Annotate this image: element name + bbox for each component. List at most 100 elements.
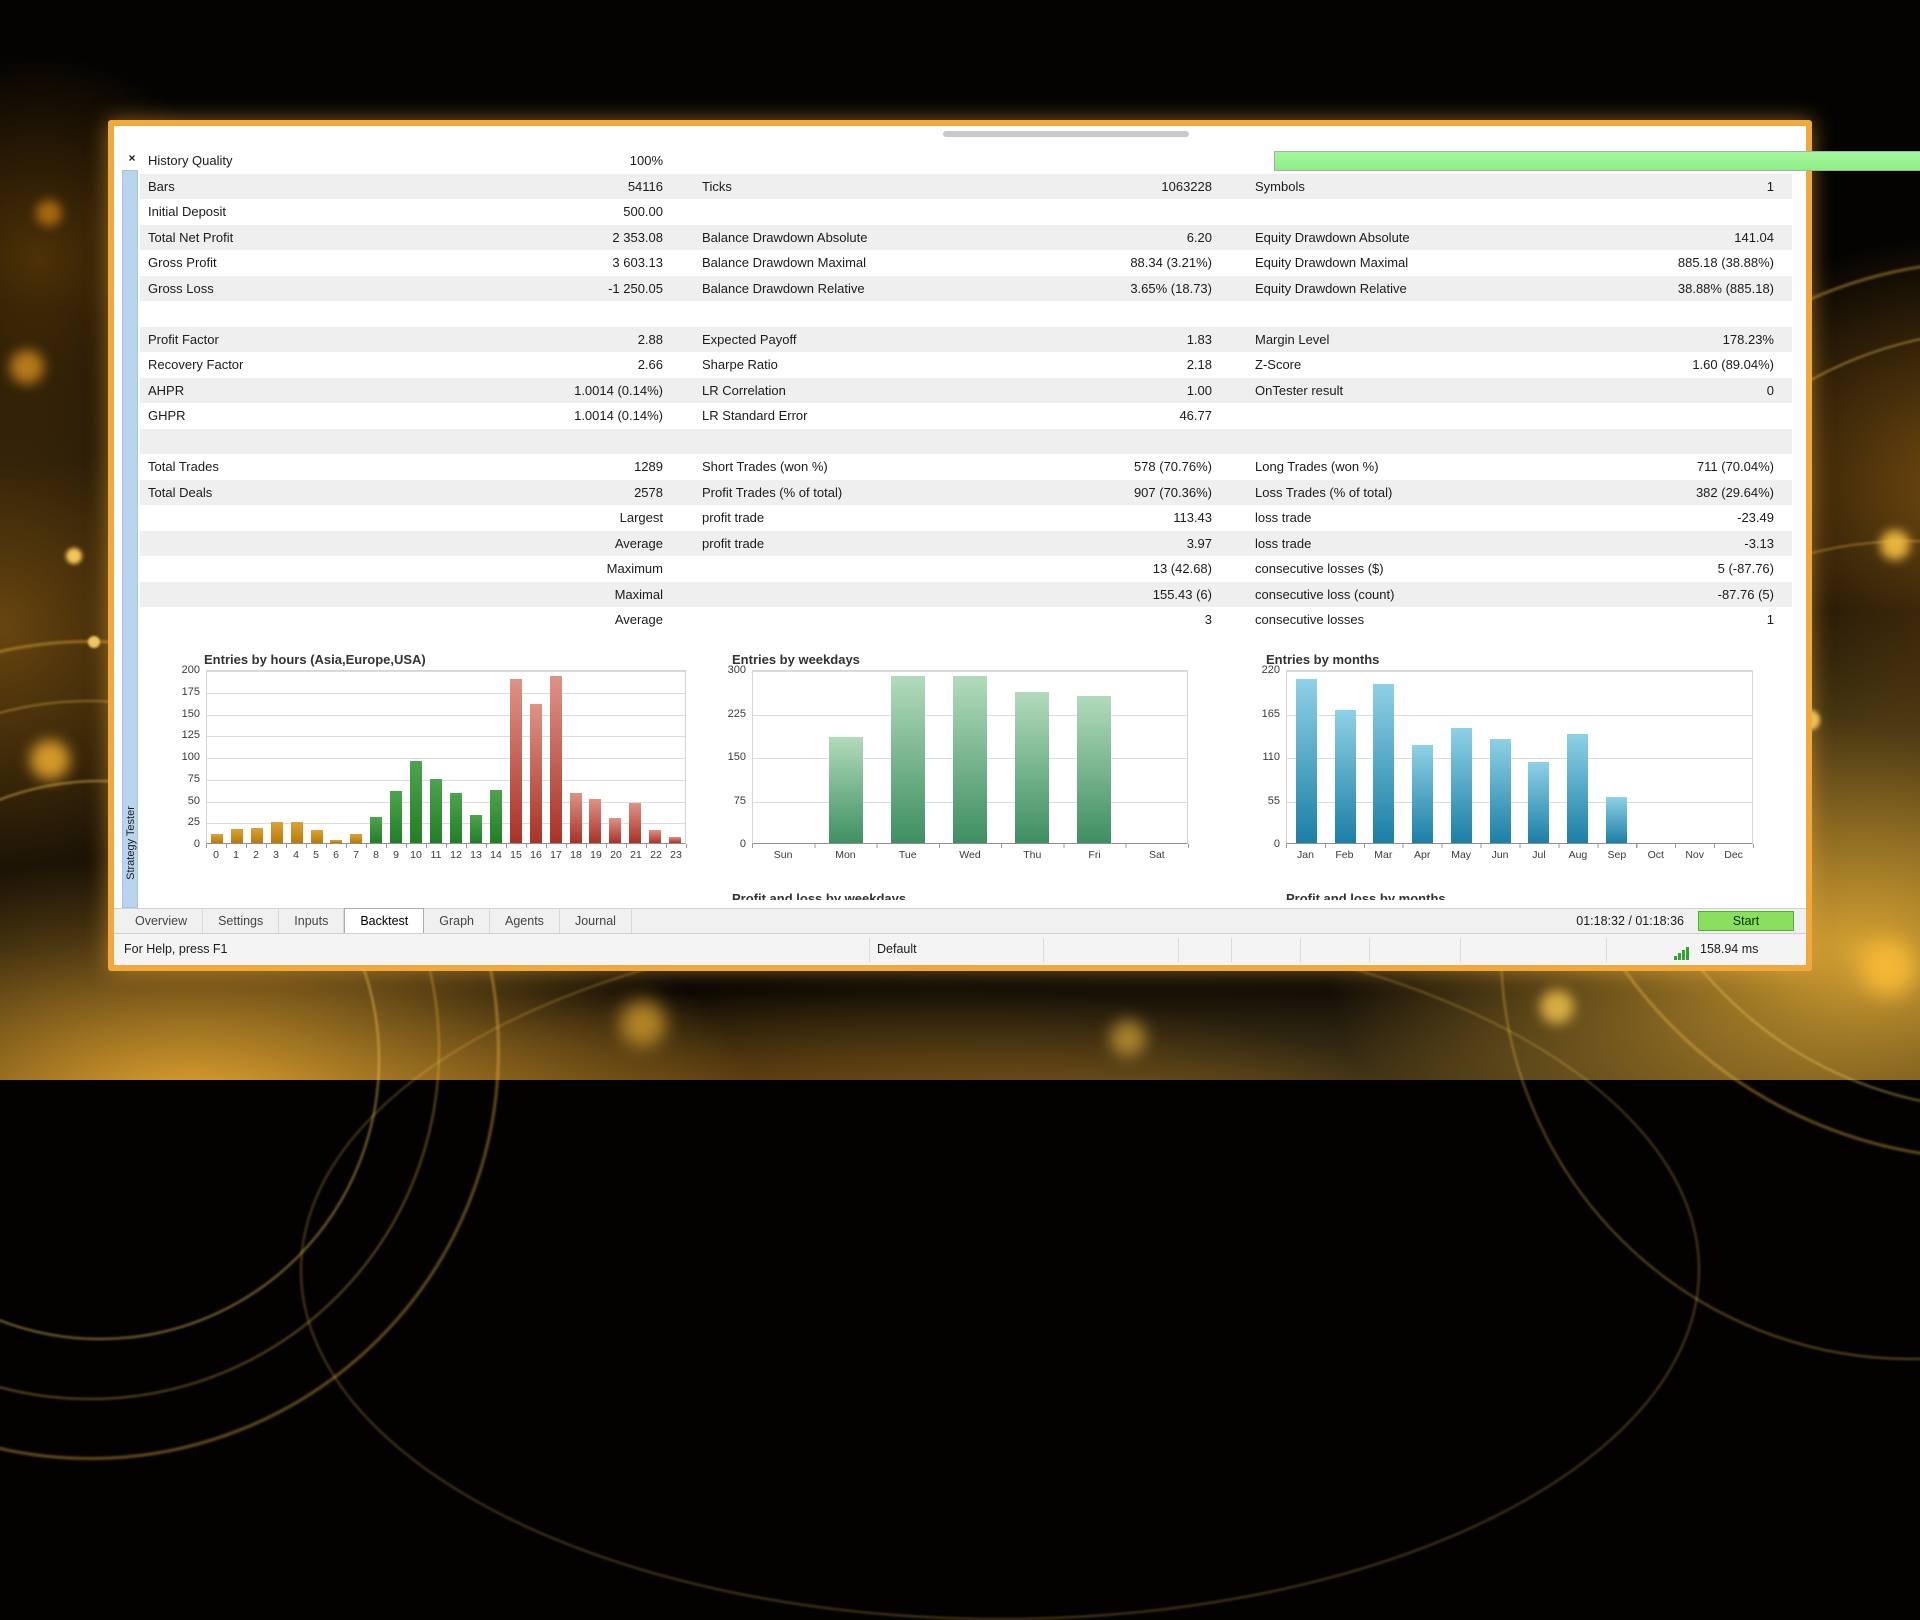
help-hint: For Help, press F1 xyxy=(124,942,228,956)
tab-overview[interactable]: Overview xyxy=(120,909,203,934)
y-axis-tick-label: 150 xyxy=(160,708,200,720)
bar xyxy=(291,822,303,843)
stat-value: 1289 xyxy=(450,454,663,480)
chart-title: Entries by months xyxy=(1266,652,1761,670)
bar xyxy=(251,828,263,843)
horizontal-scrollbar-thumb[interactable] xyxy=(943,131,1189,137)
stat-value: 1.60 (89.04%) xyxy=(1557,352,1774,378)
stat-row[interactable]: Maximal155.43 (6)consecutive loss (count… xyxy=(140,582,1792,608)
x-axis-tick-label: Thu xyxy=(1001,849,1063,861)
stat-label xyxy=(140,556,450,582)
bar xyxy=(370,817,382,843)
stat-label: Balance Drawdown Maximal xyxy=(694,250,994,276)
start-button[interactable]: Start xyxy=(1698,911,1794,931)
docked-panel-edge: Strategy Tester xyxy=(122,170,138,908)
bar xyxy=(510,679,522,843)
y-axis-tick-label: 0 xyxy=(160,838,200,850)
status-bar: For Help, press F1 Default 158.94 ms xyxy=(114,933,1806,965)
stat-label: Balance Drawdown Relative xyxy=(694,276,994,302)
stat-label: consecutive losses ($) xyxy=(1247,556,1557,582)
plot-area xyxy=(206,670,686,844)
x-axis-tick-label: Sun xyxy=(752,849,814,861)
stat-row[interactable]: AHPR1.0014 (0.14%)LR Correlation1.00OnTe… xyxy=(140,378,1792,404)
x-axis-tick-label: Mar xyxy=(1364,849,1403,861)
tab-backtest[interactable]: Backtest xyxy=(344,908,424,934)
x-axis-tick-label: 5 xyxy=(306,849,326,861)
stat-value: 382 (29.64%) xyxy=(1557,480,1774,506)
stat-row[interactable]: Average3consecutive losses1 xyxy=(140,607,1792,633)
profile-indicator[interactable]: Default xyxy=(877,942,917,956)
stat-row[interactable]: Total Deals2578Profit Trades (% of total… xyxy=(140,480,1792,506)
tab-journal[interactable]: Journal xyxy=(560,909,632,934)
stat-value: 1 xyxy=(1557,607,1774,633)
stat-value: 2578 xyxy=(450,480,663,506)
stat-row[interactable]: Total Trades1289Short Trades (won %)578 … xyxy=(140,454,1792,480)
stat-value: -3.13 xyxy=(1557,531,1774,557)
stat-row[interactable]: Initial Deposit500.00 xyxy=(140,199,1792,225)
x-axis-tick-label: 11 xyxy=(426,849,446,861)
ping-latency: 158.94 ms xyxy=(1700,942,1758,956)
stat-value: 885.18 (38.88%) xyxy=(1557,250,1774,276)
stat-label: LR Standard Error xyxy=(694,403,994,429)
x-axis-tick-label: 1 xyxy=(226,849,246,861)
stat-row[interactable]: Total Net Profit2 353.08Balance Drawdown… xyxy=(140,225,1792,251)
stat-row[interactable]: Largestprofit trade113.43loss trade-23.4… xyxy=(140,505,1792,531)
stat-value: 3 xyxy=(994,607,1212,633)
bar xyxy=(231,829,243,843)
stat-row[interactable]: Gross Profit3 603.13Balance Drawdown Max… xyxy=(140,250,1792,276)
tab-settings[interactable]: Settings xyxy=(203,909,279,934)
close-icon[interactable]: × xyxy=(124,150,140,166)
stat-label: Profit Factor xyxy=(140,327,450,353)
x-axis-tick-label: 15 xyxy=(506,849,526,861)
x-axis-tick-label: Jul xyxy=(1520,849,1559,861)
bar xyxy=(1451,728,1472,843)
stat-value: Average xyxy=(450,607,663,633)
x-axis-tick-label: 3 xyxy=(266,849,286,861)
stat-row-history-quality[interactable]: History Quality 100% xyxy=(140,148,1792,174)
x-axis-tick-label: Wed xyxy=(939,849,1001,861)
bar xyxy=(589,799,601,843)
stat-label: GHPR xyxy=(140,403,450,429)
stat-row[interactable]: Profit Factor2.88Expected Payoff1.83Marg… xyxy=(140,327,1792,353)
stat-value: Largest xyxy=(450,505,663,531)
stat-value: 141.04 xyxy=(1557,225,1774,251)
stat-label: OnTester result xyxy=(1247,378,1557,404)
tab-agents[interactable]: Agents xyxy=(490,909,560,934)
tab-inputs[interactable]: Inputs xyxy=(279,909,344,934)
stat-value: Average xyxy=(450,531,663,557)
tester-tab-bar: OverviewSettingsInputsBacktestGraphAgent… xyxy=(114,908,1806,933)
x-axis-tick-label: Oct xyxy=(1636,849,1675,861)
x-axis-tick-label: 9 xyxy=(386,849,406,861)
stat-label: Recovery Factor xyxy=(140,352,450,378)
stat-row[interactable]: GHPR1.0014 (0.14%)LR Standard Error46.77 xyxy=(140,403,1792,429)
stat-row[interactable]: Maximum13 (42.68)consecutive losses ($)5… xyxy=(140,556,1792,582)
bar xyxy=(609,818,621,843)
x-axis-tick-label: 18 xyxy=(566,849,586,861)
stat-label xyxy=(140,582,450,608)
stat-label xyxy=(140,505,450,531)
stat-label: Balance Drawdown Absolute xyxy=(694,225,994,251)
stat-row[interactable]: Bars54116Ticks1063228Symbols1 xyxy=(140,174,1792,200)
x-axis-tick-label: Fri xyxy=(1063,849,1125,861)
stat-row[interactable]: Recovery Factor2.66Sharpe Ratio2.18Z-Sco… xyxy=(140,352,1792,378)
bar xyxy=(570,793,582,843)
bar xyxy=(1528,762,1549,843)
stat-value: -1 250.05 xyxy=(450,276,663,302)
stat-row[interactable]: Gross Loss-1 250.05Balance Drawdown Rela… xyxy=(140,276,1792,302)
bar xyxy=(1490,739,1511,843)
y-axis-tick-label: 165 xyxy=(1240,708,1280,720)
stat-value xyxy=(994,199,1212,225)
stat-value: 54116 xyxy=(450,174,663,200)
y-axis-tick-label: 75 xyxy=(160,773,200,785)
stat-row[interactable]: Averageprofit trade3.97loss trade-3.13 xyxy=(140,531,1792,557)
chart-title: Entries by weekdays xyxy=(732,652,1196,670)
x-axis-tick-label: 2 xyxy=(246,849,266,861)
y-axis-tick-label: 25 xyxy=(160,816,200,828)
stat-value: 578 (70.76%) xyxy=(994,454,1212,480)
bar xyxy=(649,830,661,843)
y-axis-tick-label: 110 xyxy=(1240,751,1280,763)
bar xyxy=(1296,679,1317,843)
tab-graph[interactable]: Graph xyxy=(424,909,490,934)
bar xyxy=(390,791,402,843)
stat-label: AHPR xyxy=(140,378,450,404)
